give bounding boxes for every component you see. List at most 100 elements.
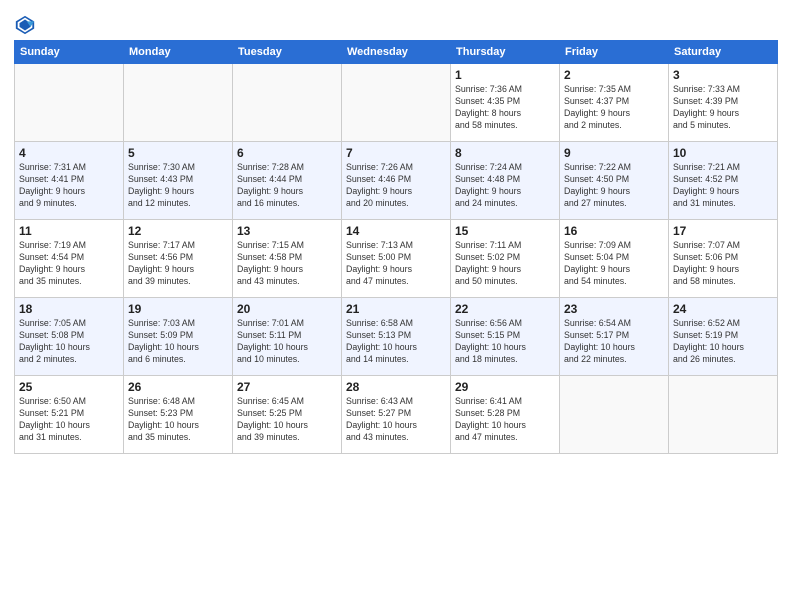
calendar-cell: 8Sunrise: 7:24 AM Sunset: 4:48 PM Daylig… bbox=[451, 142, 560, 220]
calendar-week-2: 4Sunrise: 7:31 AM Sunset: 4:41 PM Daylig… bbox=[15, 142, 778, 220]
header bbox=[14, 10, 778, 36]
day-info: Sunrise: 7:01 AM Sunset: 5:11 PM Dayligh… bbox=[237, 318, 337, 366]
calendar-cell: 13Sunrise: 7:15 AM Sunset: 4:58 PM Dayli… bbox=[233, 220, 342, 298]
day-info: Sunrise: 6:48 AM Sunset: 5:23 PM Dayligh… bbox=[128, 396, 228, 444]
calendar-cell: 20Sunrise: 7:01 AM Sunset: 5:11 PM Dayli… bbox=[233, 298, 342, 376]
calendar-week-4: 18Sunrise: 7:05 AM Sunset: 5:08 PM Dayli… bbox=[15, 298, 778, 376]
calendar-cell: 17Sunrise: 7:07 AM Sunset: 5:06 PM Dayli… bbox=[669, 220, 778, 298]
day-number: 24 bbox=[673, 301, 773, 317]
day-number: 12 bbox=[128, 223, 228, 239]
day-number: 13 bbox=[237, 223, 337, 239]
day-number: 28 bbox=[346, 379, 446, 395]
day-number: 29 bbox=[455, 379, 555, 395]
calendar-cell: 14Sunrise: 7:13 AM Sunset: 5:00 PM Dayli… bbox=[342, 220, 451, 298]
calendar-body: 1Sunrise: 7:36 AM Sunset: 4:35 PM Daylig… bbox=[15, 64, 778, 454]
calendar-cell: 6Sunrise: 7:28 AM Sunset: 4:44 PM Daylig… bbox=[233, 142, 342, 220]
day-number: 19 bbox=[128, 301, 228, 317]
calendar-page: SundayMondayTuesdayWednesdayThursdayFrid… bbox=[0, 0, 792, 612]
day-number: 14 bbox=[346, 223, 446, 239]
day-number: 10 bbox=[673, 145, 773, 161]
weekday-header-wednesday: Wednesday bbox=[342, 41, 451, 64]
calendar-cell: 27Sunrise: 6:45 AM Sunset: 5:25 PM Dayli… bbox=[233, 376, 342, 454]
weekday-header-saturday: Saturday bbox=[669, 41, 778, 64]
day-info: Sunrise: 6:58 AM Sunset: 5:13 PM Dayligh… bbox=[346, 318, 446, 366]
day-info: Sunrise: 7:35 AM Sunset: 4:37 PM Dayligh… bbox=[564, 84, 664, 132]
calendar-week-5: 25Sunrise: 6:50 AM Sunset: 5:21 PM Dayli… bbox=[15, 376, 778, 454]
calendar-cell: 24Sunrise: 6:52 AM Sunset: 5:19 PM Dayli… bbox=[669, 298, 778, 376]
day-number: 18 bbox=[19, 301, 119, 317]
calendar-cell: 1Sunrise: 7:36 AM Sunset: 4:35 PM Daylig… bbox=[451, 64, 560, 142]
calendar-cell bbox=[124, 64, 233, 142]
day-number: 9 bbox=[564, 145, 664, 161]
logo bbox=[14, 14, 38, 36]
day-info: Sunrise: 7:31 AM Sunset: 4:41 PM Dayligh… bbox=[19, 162, 119, 210]
day-number: 20 bbox=[237, 301, 337, 317]
day-number: 1 bbox=[455, 67, 555, 83]
calendar-header: SundayMondayTuesdayWednesdayThursdayFrid… bbox=[15, 41, 778, 64]
day-info: Sunrise: 7:03 AM Sunset: 5:09 PM Dayligh… bbox=[128, 318, 228, 366]
calendar-table: SundayMondayTuesdayWednesdayThursdayFrid… bbox=[14, 40, 778, 454]
day-info: Sunrise: 7:15 AM Sunset: 4:58 PM Dayligh… bbox=[237, 240, 337, 288]
day-info: Sunrise: 7:09 AM Sunset: 5:04 PM Dayligh… bbox=[564, 240, 664, 288]
day-info: Sunrise: 7:24 AM Sunset: 4:48 PM Dayligh… bbox=[455, 162, 555, 210]
day-info: Sunrise: 7:26 AM Sunset: 4:46 PM Dayligh… bbox=[346, 162, 446, 210]
day-info: Sunrise: 7:22 AM Sunset: 4:50 PM Dayligh… bbox=[564, 162, 664, 210]
day-number: 17 bbox=[673, 223, 773, 239]
calendar-cell: 11Sunrise: 7:19 AM Sunset: 4:54 PM Dayli… bbox=[15, 220, 124, 298]
day-number: 25 bbox=[19, 379, 119, 395]
calendar-cell: 2Sunrise: 7:35 AM Sunset: 4:37 PM Daylig… bbox=[560, 64, 669, 142]
day-number: 6 bbox=[237, 145, 337, 161]
calendar-cell: 16Sunrise: 7:09 AM Sunset: 5:04 PM Dayli… bbox=[560, 220, 669, 298]
day-info: Sunrise: 7:33 AM Sunset: 4:39 PM Dayligh… bbox=[673, 84, 773, 132]
calendar-cell: 18Sunrise: 7:05 AM Sunset: 5:08 PM Dayli… bbox=[15, 298, 124, 376]
calendar-cell bbox=[15, 64, 124, 142]
calendar-cell: 5Sunrise: 7:30 AM Sunset: 4:43 PM Daylig… bbox=[124, 142, 233, 220]
weekday-header-friday: Friday bbox=[560, 41, 669, 64]
day-number: 21 bbox=[346, 301, 446, 317]
calendar-cell: 7Sunrise: 7:26 AM Sunset: 4:46 PM Daylig… bbox=[342, 142, 451, 220]
logo-icon bbox=[14, 14, 36, 36]
day-info: Sunrise: 7:28 AM Sunset: 4:44 PM Dayligh… bbox=[237, 162, 337, 210]
day-number: 22 bbox=[455, 301, 555, 317]
day-info: Sunrise: 7:05 AM Sunset: 5:08 PM Dayligh… bbox=[19, 318, 119, 366]
day-number: 2 bbox=[564, 67, 664, 83]
day-info: Sunrise: 6:50 AM Sunset: 5:21 PM Dayligh… bbox=[19, 396, 119, 444]
calendar-cell bbox=[669, 376, 778, 454]
day-number: 11 bbox=[19, 223, 119, 239]
weekday-header-sunday: Sunday bbox=[15, 41, 124, 64]
header-row: SundayMondayTuesdayWednesdayThursdayFrid… bbox=[15, 41, 778, 64]
calendar-cell: 23Sunrise: 6:54 AM Sunset: 5:17 PM Dayli… bbox=[560, 298, 669, 376]
day-info: Sunrise: 7:30 AM Sunset: 4:43 PM Dayligh… bbox=[128, 162, 228, 210]
day-info: Sunrise: 7:13 AM Sunset: 5:00 PM Dayligh… bbox=[346, 240, 446, 288]
calendar-cell: 12Sunrise: 7:17 AM Sunset: 4:56 PM Dayli… bbox=[124, 220, 233, 298]
day-number: 8 bbox=[455, 145, 555, 161]
day-number: 23 bbox=[564, 301, 664, 317]
day-number: 27 bbox=[237, 379, 337, 395]
calendar-cell: 9Sunrise: 7:22 AM Sunset: 4:50 PM Daylig… bbox=[560, 142, 669, 220]
calendar-week-3: 11Sunrise: 7:19 AM Sunset: 4:54 PM Dayli… bbox=[15, 220, 778, 298]
day-info: Sunrise: 6:54 AM Sunset: 5:17 PM Dayligh… bbox=[564, 318, 664, 366]
calendar-cell: 10Sunrise: 7:21 AM Sunset: 4:52 PM Dayli… bbox=[669, 142, 778, 220]
calendar-cell: 21Sunrise: 6:58 AM Sunset: 5:13 PM Dayli… bbox=[342, 298, 451, 376]
day-info: Sunrise: 7:11 AM Sunset: 5:02 PM Dayligh… bbox=[455, 240, 555, 288]
weekday-header-tuesday: Tuesday bbox=[233, 41, 342, 64]
calendar-cell: 19Sunrise: 7:03 AM Sunset: 5:09 PM Dayli… bbox=[124, 298, 233, 376]
calendar-cell: 4Sunrise: 7:31 AM Sunset: 4:41 PM Daylig… bbox=[15, 142, 124, 220]
day-number: 4 bbox=[19, 145, 119, 161]
day-info: Sunrise: 7:07 AM Sunset: 5:06 PM Dayligh… bbox=[673, 240, 773, 288]
day-info: Sunrise: 7:19 AM Sunset: 4:54 PM Dayligh… bbox=[19, 240, 119, 288]
calendar-week-1: 1Sunrise: 7:36 AM Sunset: 4:35 PM Daylig… bbox=[15, 64, 778, 142]
day-info: Sunrise: 7:21 AM Sunset: 4:52 PM Dayligh… bbox=[673, 162, 773, 210]
weekday-header-monday: Monday bbox=[124, 41, 233, 64]
day-number: 15 bbox=[455, 223, 555, 239]
weekday-header-thursday: Thursday bbox=[451, 41, 560, 64]
day-number: 3 bbox=[673, 67, 773, 83]
day-info: Sunrise: 6:56 AM Sunset: 5:15 PM Dayligh… bbox=[455, 318, 555, 366]
day-info: Sunrise: 7:36 AM Sunset: 4:35 PM Dayligh… bbox=[455, 84, 555, 132]
calendar-cell: 22Sunrise: 6:56 AM Sunset: 5:15 PM Dayli… bbox=[451, 298, 560, 376]
day-number: 16 bbox=[564, 223, 664, 239]
calendar-cell: 25Sunrise: 6:50 AM Sunset: 5:21 PM Dayli… bbox=[15, 376, 124, 454]
day-info: Sunrise: 7:17 AM Sunset: 4:56 PM Dayligh… bbox=[128, 240, 228, 288]
calendar-cell: 26Sunrise: 6:48 AM Sunset: 5:23 PM Dayli… bbox=[124, 376, 233, 454]
calendar-cell bbox=[342, 64, 451, 142]
